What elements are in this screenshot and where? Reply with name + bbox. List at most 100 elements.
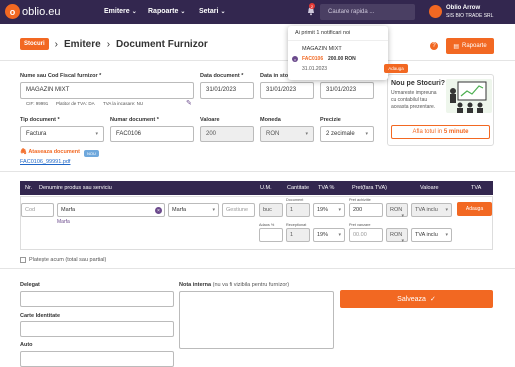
divider (0, 268, 515, 269)
notification-doc-code[interactable]: FAC0106 (302, 56, 323, 62)
purchase-currency-select[interactable]: RON ▾ (386, 203, 408, 219)
attach-document-link[interactable]: 🖇 Ataseaza document (20, 149, 80, 155)
date-third-input[interactable]: 31/01/2023 (320, 82, 374, 99)
col-tva: TVA (471, 185, 482, 191)
notification-date: 31.01.2023 (302, 66, 328, 72)
purchase-tva-included-select[interactable]: TVA inclu ▾ (411, 203, 452, 217)
precision-select[interactable]: 2 zecimale ▾ (320, 126, 374, 142)
breadcrumb: Stocuri › Emitere › Document Furnizor (20, 38, 208, 50)
new-badge: NOU (84, 150, 99, 157)
add-product-button[interactable]: Adauga (457, 202, 492, 216)
col-product: Denumire produs sau serviciu (39, 185, 112, 191)
doc-type-select[interactable]: Factura ▾ (20, 126, 104, 142)
attached-file-link[interactable]: FAC0106_99991.pdf (20, 159, 70, 165)
notification-count-badge: 2 (309, 3, 315, 9)
chevron-down-icon: ▾ (365, 131, 368, 137)
markup-input[interactable] (259, 228, 283, 242)
clear-icon[interactable]: × (155, 207, 162, 214)
presentation-illustration (446, 79, 492, 113)
chevron-right-icon: › (106, 38, 111, 50)
auto-label: Auto (20, 342, 33, 348)
sale-price-input[interactable]: 00.00 (349, 228, 383, 242)
tutorial-text: Urmareste impreuna cu contabilul tau ace… (391, 90, 437, 110)
col-value: Valoare (420, 185, 439, 191)
id-card-label: Carte Identitate (20, 313, 61, 319)
chevron-right-icon: › (54, 38, 59, 50)
currency-label: Moneda (260, 117, 281, 123)
delegat-label: Delegat (20, 282, 40, 288)
logo[interactable]: o oblio.eu (5, 4, 61, 19)
internal-note-textarea[interactable] (179, 291, 334, 349)
chevron-down-icon: ⌄ (131, 9, 137, 15)
document-qty-input[interactable]: 1 (286, 203, 310, 217)
um-input[interactable]: buc (259, 203, 283, 217)
col-nr: Nr. (25, 185, 33, 191)
date-in-input[interactable]: 31/01/2023 (260, 82, 314, 99)
delegat-input[interactable] (20, 291, 174, 307)
purchase-price-input[interactable]: 200 (349, 203, 383, 217)
date-in-label: Data in stoc (260, 73, 292, 79)
product-code-input[interactable]: Cod (21, 203, 54, 217)
nav-emitere[interactable]: Emitere ⌄ (104, 8, 137, 15)
nav-setari[interactable]: Setari ⌄ (199, 8, 226, 15)
avatar[interactable] (429, 5, 442, 18)
received-qty-caption: Receptionat (286, 223, 307, 227)
divider (0, 171, 515, 172)
user-company: SIS BIO TRADE SRL (446, 13, 494, 19)
notification-popup: Ai primit 1 notificari noi MAGAZIN MIXT … (288, 26, 408, 80)
received-qty-input[interactable]: 1 (286, 228, 310, 242)
sale-price-caption: Pret vanzare (349, 223, 371, 227)
notification-add-button[interactable]: Adauga (384, 64, 408, 73)
breadcrumb-stocuri[interactable]: Stocuri (20, 38, 49, 50)
product-name-sub: Marfa (57, 219, 70, 225)
sale-tva-included-select[interactable]: TVA inclu ▾ (411, 228, 452, 242)
date-doc-label: Data document * (200, 73, 244, 79)
chevron-down-icon: ▾ (338, 207, 341, 213)
currency-select[interactable]: RON ▾ (260, 126, 314, 142)
close-icon[interactable]: × (292, 56, 298, 62)
chevron-down-icon: ▾ (212, 207, 215, 213)
tutorial-title: Nou pe Stocuri? (391, 80, 446, 87)
save-button[interactable]: Salveaza ✓ (340, 290, 493, 308)
auto-input[interactable] (20, 351, 174, 367)
chevron-down-icon: ▾ (305, 131, 308, 137)
document-qty-caption: Document (286, 198, 304, 202)
col-price: Pret(fara TVA) (352, 185, 387, 191)
value-input[interactable]: 200 (200, 126, 254, 142)
breadcrumb-emitere[interactable]: Emitere (64, 39, 101, 50)
chevron-down-icon: ▾ (338, 232, 341, 238)
search-input[interactable]: Cautare rapida ... (320, 4, 415, 20)
tva-select[interactable]: 19% ▾ (313, 203, 345, 217)
value-label: Valoare (200, 117, 220, 123)
chevron-down-icon: ⌄ (180, 9, 186, 15)
col-um: U.M. (260, 185, 272, 191)
sale-currency-select[interactable]: RON ▾ (386, 228, 408, 244)
product-type-select[interactable]: Marfa ▾ (168, 203, 219, 217)
pay-now-label: Platește acum (total sau partial) (29, 257, 107, 263)
date-doc-input[interactable]: 31/01/2023 (200, 82, 254, 99)
pay-now-checkbox[interactable] (20, 257, 26, 263)
supplier-cif: CIF: 99991 (26, 101, 49, 106)
help-icon[interactable]: ? (430, 42, 438, 50)
id-card-input[interactable] (20, 321, 174, 337)
product-name-input[interactable]: Marfa × (57, 203, 165, 217)
nav-rapoarte[interactable]: Rapoarte ⌄ (148, 8, 185, 15)
logo-icon: o (5, 4, 20, 19)
tutorial-button[interactable]: Afla totul in 5 minute (391, 125, 490, 139)
sale-tva-select[interactable]: 19% ▾ (313, 228, 345, 242)
doc-type-label: Tip document * (20, 117, 60, 123)
user-name[interactable]: Oblio Arrow (446, 5, 480, 11)
supplier-input[interactable]: MAGAZIN MIXT (20, 82, 194, 99)
col-tva-percent: TVA % (318, 185, 335, 191)
internal-note-label: Nota interna (nu va fi vizibila pentru f… (179, 282, 290, 288)
chevron-down-icon: ▾ (445, 232, 448, 238)
chevron-down-icon: ▾ (445, 207, 448, 213)
precision-label: Precizie (320, 117, 341, 123)
doc-number-input[interactable]: FAC0106 (110, 126, 194, 142)
rapoarte-button[interactable]: ▤ Rapoarte (446, 38, 494, 54)
check-icon: ✓ (429, 296, 436, 303)
supplier-label: Nume sau Cod Fiscal furnizor * (20, 73, 102, 79)
edit-icon[interactable]: ✎ (186, 99, 192, 107)
purchase-price-caption: Pret achizitie (349, 198, 371, 202)
gestiune-input[interactable]: Gestiune (222, 203, 255, 217)
